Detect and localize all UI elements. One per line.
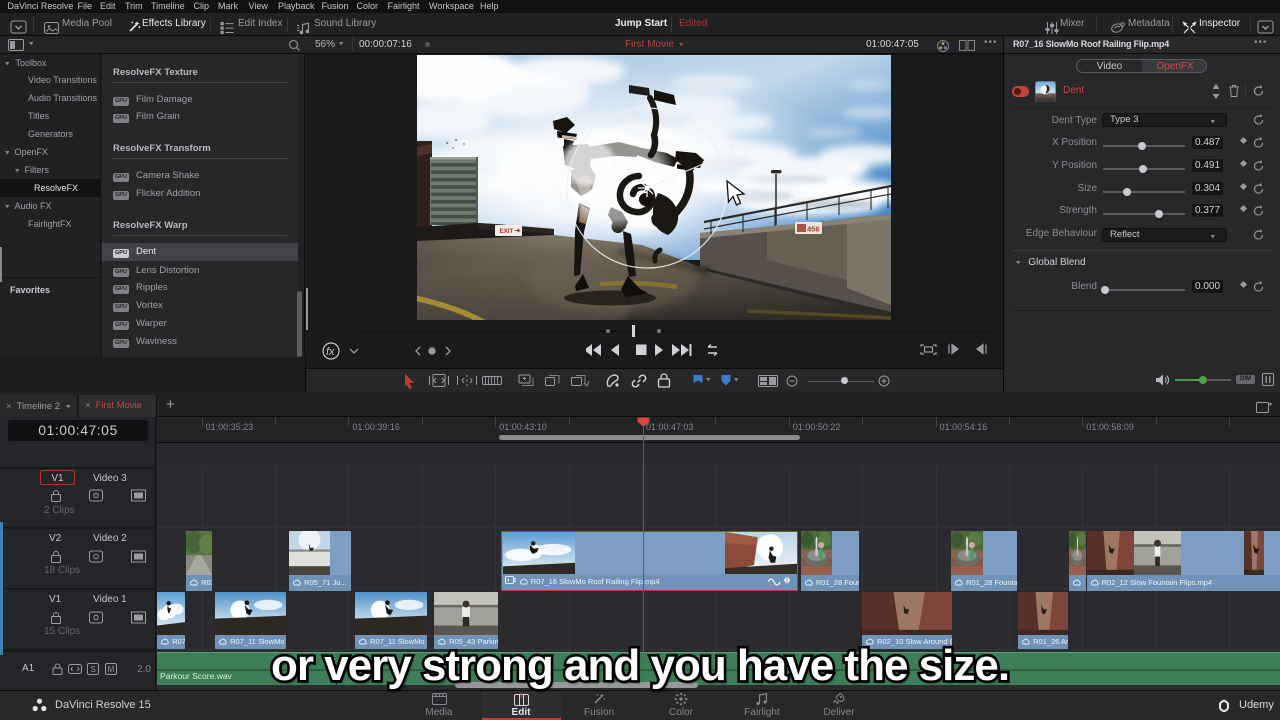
svg-text:fx: fx — [326, 346, 335, 358]
svg-text:EXIT: EXIT — [500, 228, 514, 235]
svg-text:456: 456 — [807, 225, 820, 234]
